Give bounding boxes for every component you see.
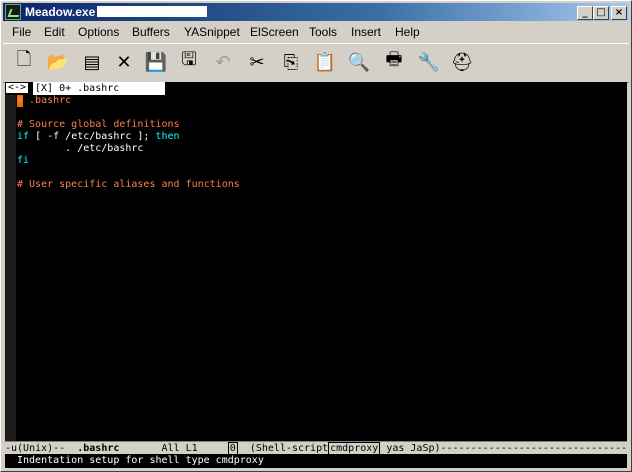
editor-buffer[interactable]: # .bashrc # Source global definitions if […: [5, 95, 627, 441]
code-line[interactable]: fi: [17, 155, 29, 167]
redacted-title-area: [97, 6, 208, 17]
code-line[interactable]: if [ -f /etc/bashrc ]; then: [17, 131, 180, 143]
undo-icon: ↶: [215, 51, 231, 73]
menu-insert[interactable]: Insert: [351, 25, 381, 39]
code-comment: # .bashrc: [17, 95, 72, 106]
menu-options[interactable]: Options: [78, 25, 119, 39]
paste-icon[interactable]: 📋: [312, 49, 338, 75]
menu-help[interactable]: Help: [395, 25, 420, 39]
menu-bar: File Edit Options Buffers YASnippet ElSc…: [3, 22, 629, 41]
menu-tools[interactable]: Tools: [309, 25, 337, 39]
code-line[interactable]: # Source global definitions: [17, 119, 180, 131]
menu-edit[interactable]: Edit: [44, 25, 65, 39]
code-line[interactable]: # User specific aliases and functions: [17, 179, 240, 191]
code-keyword: if: [17, 131, 30, 142]
meadow-window: Meadow.exe _ □ × File Edit Options Buffe…: [0, 0, 632, 472]
modeline-fill: ----------------------------------------…: [440, 443, 627, 454]
menu-elscreen[interactable]: ElScreen: [250, 25, 299, 39]
open-folder-icon[interactable]: 📂: [45, 49, 71, 75]
mode-line[interactable]: -u(Unix)-- .bashrc All L1 0 (Shell-scrip…: [5, 441, 627, 455]
left-fringe: [5, 95, 16, 441]
dired-icon[interactable]: ▤: [79, 49, 105, 75]
modeline-minor-modes[interactable]: yas JaSp): [380, 443, 440, 454]
title-bar[interactable]: Meadow.exe _ □ ×: [3, 3, 629, 21]
new-file-icon[interactable]: 🗋: [11, 49, 37, 75]
copy-icon[interactable]: ⎘: [278, 49, 304, 75]
elscreen-tab-line: <-> [X] 0+ .bashrc: [5, 82, 627, 95]
code-comment: # User specific aliases and functions: [17, 179, 240, 190]
tab-bashrc[interactable]: [X] 0+ .bashrc: [33, 82, 165, 95]
save-as-icon[interactable]: 🖫: [176, 49, 202, 75]
tool-bar: 🗋 📂 ▤ ✕ 💾 🖫 ↶ ✂ ⎘ 📋 🔍 🖶 🔧 ⛑: [3, 43, 629, 83]
tab-scroll-arrows[interactable]: <->: [5, 82, 30, 94]
modeline-major-mode[interactable]: (Shell-script: [238, 443, 328, 454]
close-buffer-icon[interactable]: ✕: [111, 49, 137, 75]
modeline-status: -u(Unix)--: [5, 443, 78, 454]
code-keyword: fi: [17, 155, 30, 166]
code-keyword: then: [155, 131, 180, 142]
print-icon[interactable]: 🖶: [381, 49, 407, 75]
menu-file[interactable]: File: [12, 25, 31, 39]
close-button[interactable]: ×: [611, 6, 627, 20]
menu-yasnippet[interactable]: YASnippet: [184, 25, 240, 39]
cut-icon[interactable]: ✂: [244, 49, 270, 75]
echo-area[interactable]: Indentation setup for shell type cmdprox…: [5, 454, 627, 468]
customize-icon[interactable]: 🔧: [416, 49, 442, 75]
code-line[interactable]: . /etc/bashrc: [17, 143, 143, 155]
meadow-app-icon[interactable]: [5, 4, 21, 20]
maximize-button[interactable]: □: [593, 6, 609, 20]
code-text: [ -f /etc/bashrc ];: [29, 131, 156, 142]
window-title: Meadow.exe: [25, 5, 208, 19]
modeline-buffer-name[interactable]: .bashrc: [77, 443, 119, 454]
search-icon[interactable]: 🔍: [346, 49, 372, 75]
code-comment: # Source global definitions: [17, 119, 180, 130]
menu-buffers[interactable]: Buffers: [132, 25, 170, 39]
code-text: . /etc/bashrc: [17, 143, 144, 154]
code-line[interactable]: # .bashrc: [17, 95, 71, 107]
help-icon[interactable]: ⛑: [449, 49, 475, 75]
modeline-position: All L1: [119, 443, 228, 454]
minimize-button[interactable]: _: [577, 6, 593, 20]
save-icon: 💾: [144, 51, 168, 73]
